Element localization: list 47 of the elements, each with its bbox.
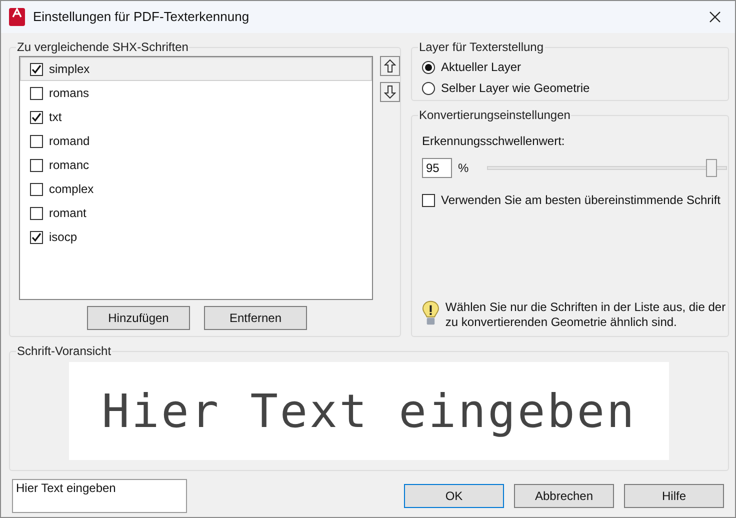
- arrow-up-icon: [384, 59, 396, 73]
- font-list-item[interactable]: txt: [20, 105, 372, 129]
- radio-label: Selber Layer wie Geometrie: [441, 80, 590, 97]
- dialog-button[interactable]: OK: [404, 484, 504, 508]
- dialog-button[interactable]: Abbrechen: [514, 484, 614, 508]
- checkbox[interactable]: [30, 134, 43, 148]
- checkbox[interactable]: [30, 158, 43, 172]
- list-action-button[interactable]: Hinzufügen: [87, 306, 190, 330]
- threshold-field[interactable]: 95: [422, 158, 452, 178]
- app-logo-icon: [9, 8, 25, 26]
- checkbox[interactable]: [30, 206, 43, 220]
- font-list-item[interactable]: simplex: [20, 57, 372, 81]
- sample-text-field[interactable]: Hier Text eingeben: [12, 479, 187, 513]
- move-down-button[interactable]: [380, 82, 400, 102]
- arrow-down-icon: [384, 85, 396, 99]
- threshold-label: Erkennungsschwellenwert:: [422, 133, 566, 150]
- checkbox[interactable]: [30, 110, 43, 124]
- radio-label: Aktueller Layer: [441, 59, 522, 76]
- radio-button[interactable]: [422, 60, 435, 74]
- percent-label: %: [458, 160, 469, 177]
- checkmark-icon: [31, 64, 42, 74]
- checkbox-label: Verwenden Sie am besten übereinstimmende Schrift: [441, 192, 720, 209]
- checkmark-icon: [31, 232, 42, 242]
- checkmark-icon: [31, 112, 42, 122]
- checkbox[interactable]: [30, 86, 43, 100]
- font-list-item[interactable]: romant: [20, 201, 372, 225]
- font-list-item[interactable]: complex: [20, 177, 372, 201]
- font-preview: Hier Text eingeben: [69, 362, 669, 460]
- font-list-item[interactable]: isocp: [20, 225, 372, 249]
- hint-text: Wählen Sie nur die Schriften in der Liste aus, die der zu konvertierenden Geometrie ähnlich sind.: [445, 300, 727, 330]
- window-title: Einstellungen für PDF-Texterkennung: [33, 8, 250, 26]
- group-title: Konvertierungseinstellungen: [418, 107, 572, 123]
- font-list-item[interactable]: romanc: [20, 153, 372, 177]
- checkbox[interactable]: [30, 230, 43, 244]
- font-list-item[interactable]: romans: [20, 81, 372, 105]
- slider-thumb[interactable]: [706, 159, 718, 177]
- group-title: Layer für Texterstellung: [418, 39, 545, 55]
- checkbox[interactable]: [30, 182, 43, 196]
- checkbox[interactable]: [422, 194, 435, 206]
- close-icon[interactable]: [709, 11, 721, 23]
- radio-button[interactable]: [422, 82, 435, 94]
- checkbox[interactable]: [30, 62, 43, 76]
- move-up-button[interactable]: [380, 56, 400, 76]
- dialog-button[interactable]: Hilfe: [624, 484, 724, 508]
- list-action-button[interactable]: Entfernen: [204, 306, 307, 330]
- font-list-item[interactable]: romand: [20, 129, 372, 153]
- group-title: Zu vergleichende SHX-Schriften: [16, 39, 190, 55]
